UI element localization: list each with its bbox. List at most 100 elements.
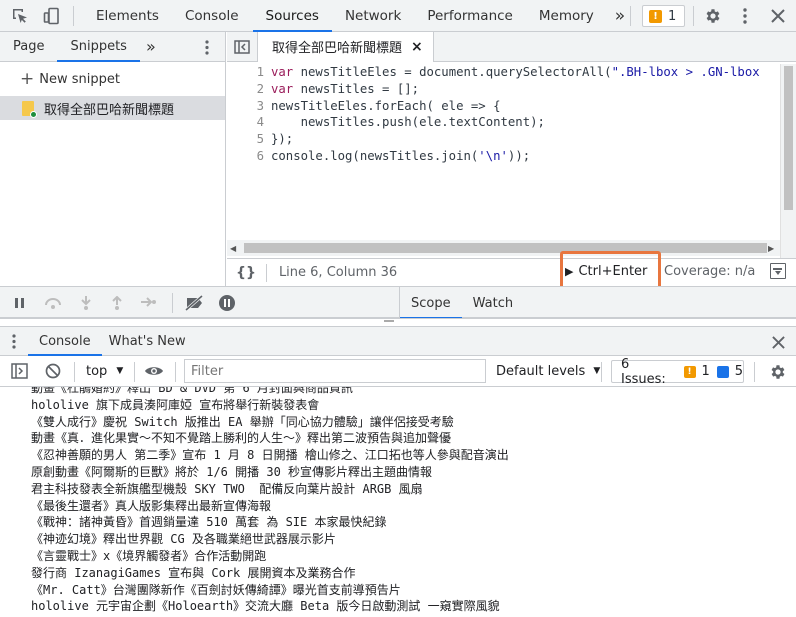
more-navigator-tabs-button[interactable]: »: [140, 32, 162, 62]
tab-drawer-console[interactable]: Console: [28, 326, 102, 356]
tab-snippets[interactable]: Snippets: [57, 32, 141, 62]
code-line[interactable]: 1 var newsTitleEles = document.querySelec…: [227, 64, 780, 81]
run-snippet-button[interactable]: ▶ Ctrl+Enter: [565, 261, 657, 281]
code-text: newsTitleEles.forEach( ele => {: [271, 98, 501, 113]
toggle-navigator-icon[interactable]: [227, 32, 257, 62]
line-number: 4: [256, 115, 264, 130]
console-message: hololive 旗下成員湊阿庫婭 宣布將舉行新裝發表會: [31, 397, 320, 412]
new-snippet-button[interactable]: + New snippet: [0, 68, 225, 90]
pretty-print-icon[interactable]: {}: [236, 265, 256, 281]
code-line[interactable]: 2 var newsTitles = [];: [227, 81, 780, 98]
horizontal-scrollbar[interactable]: ◀ ▶: [227, 240, 780, 256]
code-text: newsTitles.push(ele.textContent);: [271, 115, 545, 130]
tab-whats-new[interactable]: What's New: [102, 326, 193, 356]
console-message: 《Mr. Catt》台灣團隊新作《百劍討妖傳綺譚》曝光首支前導預告片: [31, 582, 401, 597]
tab-page[interactable]: Page: [0, 32, 57, 62]
console-issues-button[interactable]: 6 Issues: ! 1 5: [611, 357, 744, 387]
pause-icon[interactable]: [14, 297, 26, 313]
snippet-item-label: 取得全部巴哈新聞標題: [44, 102, 175, 118]
scrollbar-thumb[interactable]: [784, 66, 793, 210]
scroll-right-arrow-icon[interactable]: ▶: [768, 244, 774, 253]
drawer-tabs: Console What's New: [0, 326, 796, 356]
toolbar-divider: [175, 362, 176, 382]
clear-console-icon[interactable]: [45, 363, 61, 383]
tab-watch[interactable]: Watch: [462, 287, 524, 319]
live-expression-eye-icon[interactable]: [144, 364, 164, 382]
editor-pane: 取得全部巴哈新聞標題 × 1 var newsTitleEles = docume…: [227, 31, 796, 291]
console-message: 發行商 IzanagiGames 宣布與 Cork 展開資本及業務合作: [31, 565, 356, 580]
code-line[interactable]: 3 newsTitleEles.forEach( ele => {: [227, 98, 780, 115]
context-selector[interactable]: top ▼: [82, 361, 123, 381]
device-toolbar-icon[interactable]: [42, 6, 62, 26]
deactivate-breakpoints-icon[interactable]: [185, 294, 205, 315]
pause-on-exceptions-icon[interactable]: [218, 294, 236, 316]
tab-elements[interactable]: Elements: [83, 0, 172, 32]
line-number: 6: [256, 148, 264, 163]
console-output[interactable]: 動畫《杜鵑婚約》釋出 BD & DVD 第 6 月封面與商品資訊 hololive…: [0, 387, 796, 617]
inspect-element-icon[interactable]: [10, 6, 30, 26]
vertical-scrollbar[interactable]: [780, 64, 796, 258]
step-icon[interactable]: [141, 296, 157, 312]
debugger-toolbar: Scope Watch: [0, 286, 796, 319]
coverage-status: Coverage: n/a: [664, 264, 756, 279]
toolbar-divider: [74, 362, 75, 382]
close-tab-icon[interactable]: ×: [411, 39, 423, 55]
navigator-menu-icon[interactable]: [199, 39, 215, 55]
customize-menu-icon[interactable]: [735, 6, 755, 26]
console-message: 《雙人成行》慶祝 Switch 版推出 EA 舉辦「同心協力體驗」讓伴侶接受考驗: [31, 414, 454, 429]
log-levels-dropdown[interactable]: Default levels ▼: [496, 361, 600, 381]
console-toolbar: top ▼ Default levels ▼ 6 Issues: ! 1 5: [0, 356, 796, 387]
console-message: 動畫《杜鵑婚約》釋出 BD & DVD 第 6 月封面與商品資訊: [31, 387, 353, 395]
console-message: 《神迹幻境》釋出世界觀 CG 及各職業絕世武器展示影片: [31, 532, 336, 547]
code-line[interactable]: 5});: [227, 131, 780, 148]
settings-gear-icon[interactable]: [703, 6, 723, 26]
step-over-icon[interactable]: [43, 296, 63, 314]
line-number: 5: [256, 132, 264, 147]
tab-memory[interactable]: Memory: [526, 0, 607, 32]
step-into-icon[interactable]: [80, 296, 92, 314]
code-editor[interactable]: 1 var newsTitleEles = document.querySelec…: [227, 64, 780, 268]
editor-file-tab[interactable]: 取得全部巴哈新聞標題 ×: [257, 31, 434, 62]
close-devtools-icon[interactable]: [768, 6, 788, 26]
toggle-sidebar-icon[interactable]: [770, 263, 786, 279]
drawer-menu-icon[interactable]: [0, 327, 28, 355]
dropdown-arrow-icon: ▼: [593, 366, 601, 376]
code-line[interactable]: 4 newsTitles.push(ele.textContent);: [227, 114, 780, 131]
issues-counter-button[interactable]: ! 1: [642, 5, 685, 27]
editor-file-tab-label: 取得全部巴哈新聞標題: [272, 41, 403, 56]
dropdown-arrow-icon: ▼: [116, 366, 124, 376]
close-drawer-icon[interactable]: [770, 334, 786, 350]
drawer-resizer[interactable]: [0, 318, 796, 326]
console-message: 動畫《真．進化果實～不知不覺踏上勝利的人生～》釋出第二波預告與追加聲優: [31, 431, 452, 446]
console-filter-input[interactable]: [184, 359, 486, 383]
snippet-item[interactable]: 取得全部巴哈新聞標題: [0, 96, 225, 120]
show-sidebar-icon[interactable]: [11, 363, 28, 383]
console-message: 《最後生還者》真人版影集釋出最新宣傳海報: [31, 498, 272, 513]
tab-network[interactable]: Network: [332, 0, 414, 32]
plus-icon: +: [20, 69, 35, 89]
console-message: 《言靈戰士》x《境界觸發者》合作活動開跑: [31, 548, 267, 563]
code-text: console.log(newsTitles.join('\n'));: [271, 148, 531, 163]
console-message: 《戰神：諸神黃昏》首週銷量達 510 萬套 為 SIE 本家最快紀錄: [31, 515, 387, 530]
toolbar-divider: [630, 6, 631, 26]
code-text: });: [271, 132, 294, 147]
tab-performance[interactable]: Performance: [414, 0, 526, 32]
step-out-icon[interactable]: [111, 295, 123, 314]
tab-scope[interactable]: Scope: [400, 287, 462, 319]
play-icon: ▶: [565, 264, 574, 278]
tab-sources[interactable]: Sources: [252, 0, 333, 32]
scrollbar-thumb[interactable]: [244, 243, 767, 253]
line-number: 3: [256, 98, 264, 113]
console-settings-gear-icon[interactable]: [768, 362, 788, 382]
issues-label: 6 Issues:: [621, 356, 666, 387]
tab-console[interactable]: Console: [172, 0, 253, 32]
console-message: 原創動畫《阿爾斯的巨獸》將於 1/6 開播 30 秒宣傳影片釋出主題曲情報: [31, 464, 433, 479]
code-line[interactable]: 6 console.log(newsTitles.join('\n'));: [227, 148, 780, 165]
console-message: hololive 元宇宙企劃《Holoearth》交流大廳 Beta 版今日啟動…: [31, 599, 500, 614]
run-snippet-label: Ctrl+Enter: [578, 263, 648, 279]
info-icon: [716, 365, 729, 378]
line-number: 2: [256, 81, 264, 96]
code-text: var newsTitleEles = document.querySelect…: [271, 65, 760, 79]
scroll-left-arrow-icon[interactable]: ◀: [230, 244, 236, 253]
log-levels-label: Default levels: [496, 363, 586, 379]
